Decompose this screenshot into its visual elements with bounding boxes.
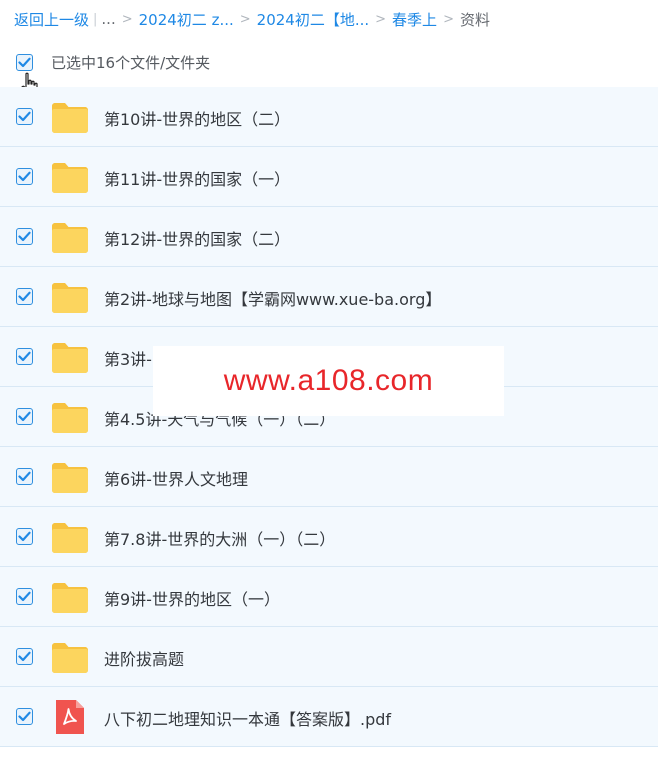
file-row-2[interactable]: 第11讲-世界的国家（一） <box>0 147 658 207</box>
check-icon <box>18 291 31 302</box>
breadcrumb: 返回上一级 | ... > 2024初二 z... > 2024初二【地... … <box>14 8 490 30</box>
breadcrumb-divider: | <box>93 11 98 27</box>
row-checkbox[interactable] <box>16 528 33 545</box>
check-icon <box>18 231 31 242</box>
breadcrumb-item[interactable]: 2024初二 z... <box>139 9 234 30</box>
file-name[interactable]: 第10讲-世界的地区（二） <box>104 106 290 130</box>
selection-summary: 已选中16个文件/文件夹 <box>51 54 211 72</box>
check-icon <box>18 651 31 662</box>
pdf-icon <box>51 700 89 734</box>
check-icon <box>18 171 31 182</box>
folder-icon <box>51 340 89 374</box>
folder-icon <box>51 580 89 614</box>
folder-icon <box>51 520 89 554</box>
breadcrumb-item[interactable]: 2024初二【地... <box>257 9 369 30</box>
breadcrumb-ellipsis[interactable]: ... <box>101 10 115 28</box>
row-checkbox[interactable] <box>16 108 33 125</box>
folder-icon <box>51 280 89 314</box>
check-icon <box>18 351 31 362</box>
breadcrumb-item[interactable]: 春季上 <box>392 9 437 30</box>
chevron-right-icon: > <box>121 11 133 27</box>
file-name[interactable]: 第3讲- <box>104 346 152 370</box>
row-checkbox[interactable] <box>16 228 33 245</box>
file-name[interactable]: 八下初二地理知识一本通【答案版】.pdf <box>104 706 391 730</box>
file-name[interactable]: 第12讲-世界的国家（二） <box>104 226 290 250</box>
check-icon <box>18 471 31 482</box>
file-row-9[interactable]: 第9讲-世界的地区（一） <box>0 567 658 627</box>
file-name[interactable]: 第2讲-地球与地图【学霸网www.xue-ba.org】 <box>104 286 441 310</box>
breadcrumb-current: 资料 <box>459 10 490 29</box>
row-checkbox[interactable] <box>16 588 33 605</box>
chevron-right-icon: > <box>375 11 387 27</box>
row-checkbox[interactable] <box>16 468 33 485</box>
folder-icon <box>51 460 89 494</box>
folder-icon <box>51 640 89 674</box>
folder-icon <box>51 160 89 194</box>
file-row-7[interactable]: 第6讲-世界人文地理 <box>0 447 658 507</box>
back-link[interactable]: 返回上一级 <box>14 9 89 30</box>
file-browser: 返回上一级 | ... > 2024初二 z... > 2024初二【地... … <box>0 0 658 760</box>
check-icon <box>18 411 31 422</box>
chevron-right-icon: > <box>239 11 251 27</box>
row-checkbox[interactable] <box>16 648 33 665</box>
file-row-1[interactable]: 第10讲-世界的地区（二） <box>0 87 658 147</box>
row-checkbox[interactable] <box>16 168 33 185</box>
check-icon <box>18 57 31 68</box>
selection-header: 已选中16个文件/文件夹 <box>0 44 658 84</box>
check-icon <box>18 711 31 722</box>
file-name[interactable]: 第11讲-世界的国家（一） <box>104 166 290 190</box>
check-icon <box>18 591 31 602</box>
file-row-11[interactable]: 八下初二地理知识一本通【答案版】.pdf <box>0 687 658 747</box>
row-checkbox[interactable] <box>16 708 33 725</box>
file-name[interactable]: 第6讲-世界人文地理 <box>104 466 248 490</box>
watermark: www.a108.com <box>153 346 504 416</box>
file-name[interactable]: 第7.8讲-世界的大洲（一）（二） <box>104 526 335 550</box>
file-row-4[interactable]: 第2讲-地球与地图【学霸网www.xue-ba.org】 <box>0 267 658 327</box>
check-icon <box>18 531 31 542</box>
file-row-3[interactable]: 第12讲-世界的国家（二） <box>0 207 658 267</box>
folder-icon <box>51 100 89 134</box>
row-checkbox[interactable] <box>16 408 33 425</box>
folder-icon <box>51 220 89 254</box>
file-name[interactable]: 进阶拔高题 <box>104 646 184 670</box>
chevron-right-icon: > <box>443 11 454 27</box>
select-all-checkbox[interactable] <box>16 54 33 71</box>
file-list: 第10讲-世界的地区（二） 第11讲-世界的国家（一） 第12讲-世界的国家（二… <box>0 87 658 747</box>
check-icon <box>18 111 31 122</box>
row-checkbox[interactable] <box>16 288 33 305</box>
file-row-10[interactable]: 进阶拔高题 <box>0 627 658 687</box>
file-name[interactable]: 第9讲-世界的地区（一） <box>104 586 280 610</box>
row-checkbox[interactable] <box>16 348 33 365</box>
folder-icon <box>51 400 89 434</box>
file-row-8[interactable]: 第7.8讲-世界的大洲（一）（二） <box>0 507 658 567</box>
